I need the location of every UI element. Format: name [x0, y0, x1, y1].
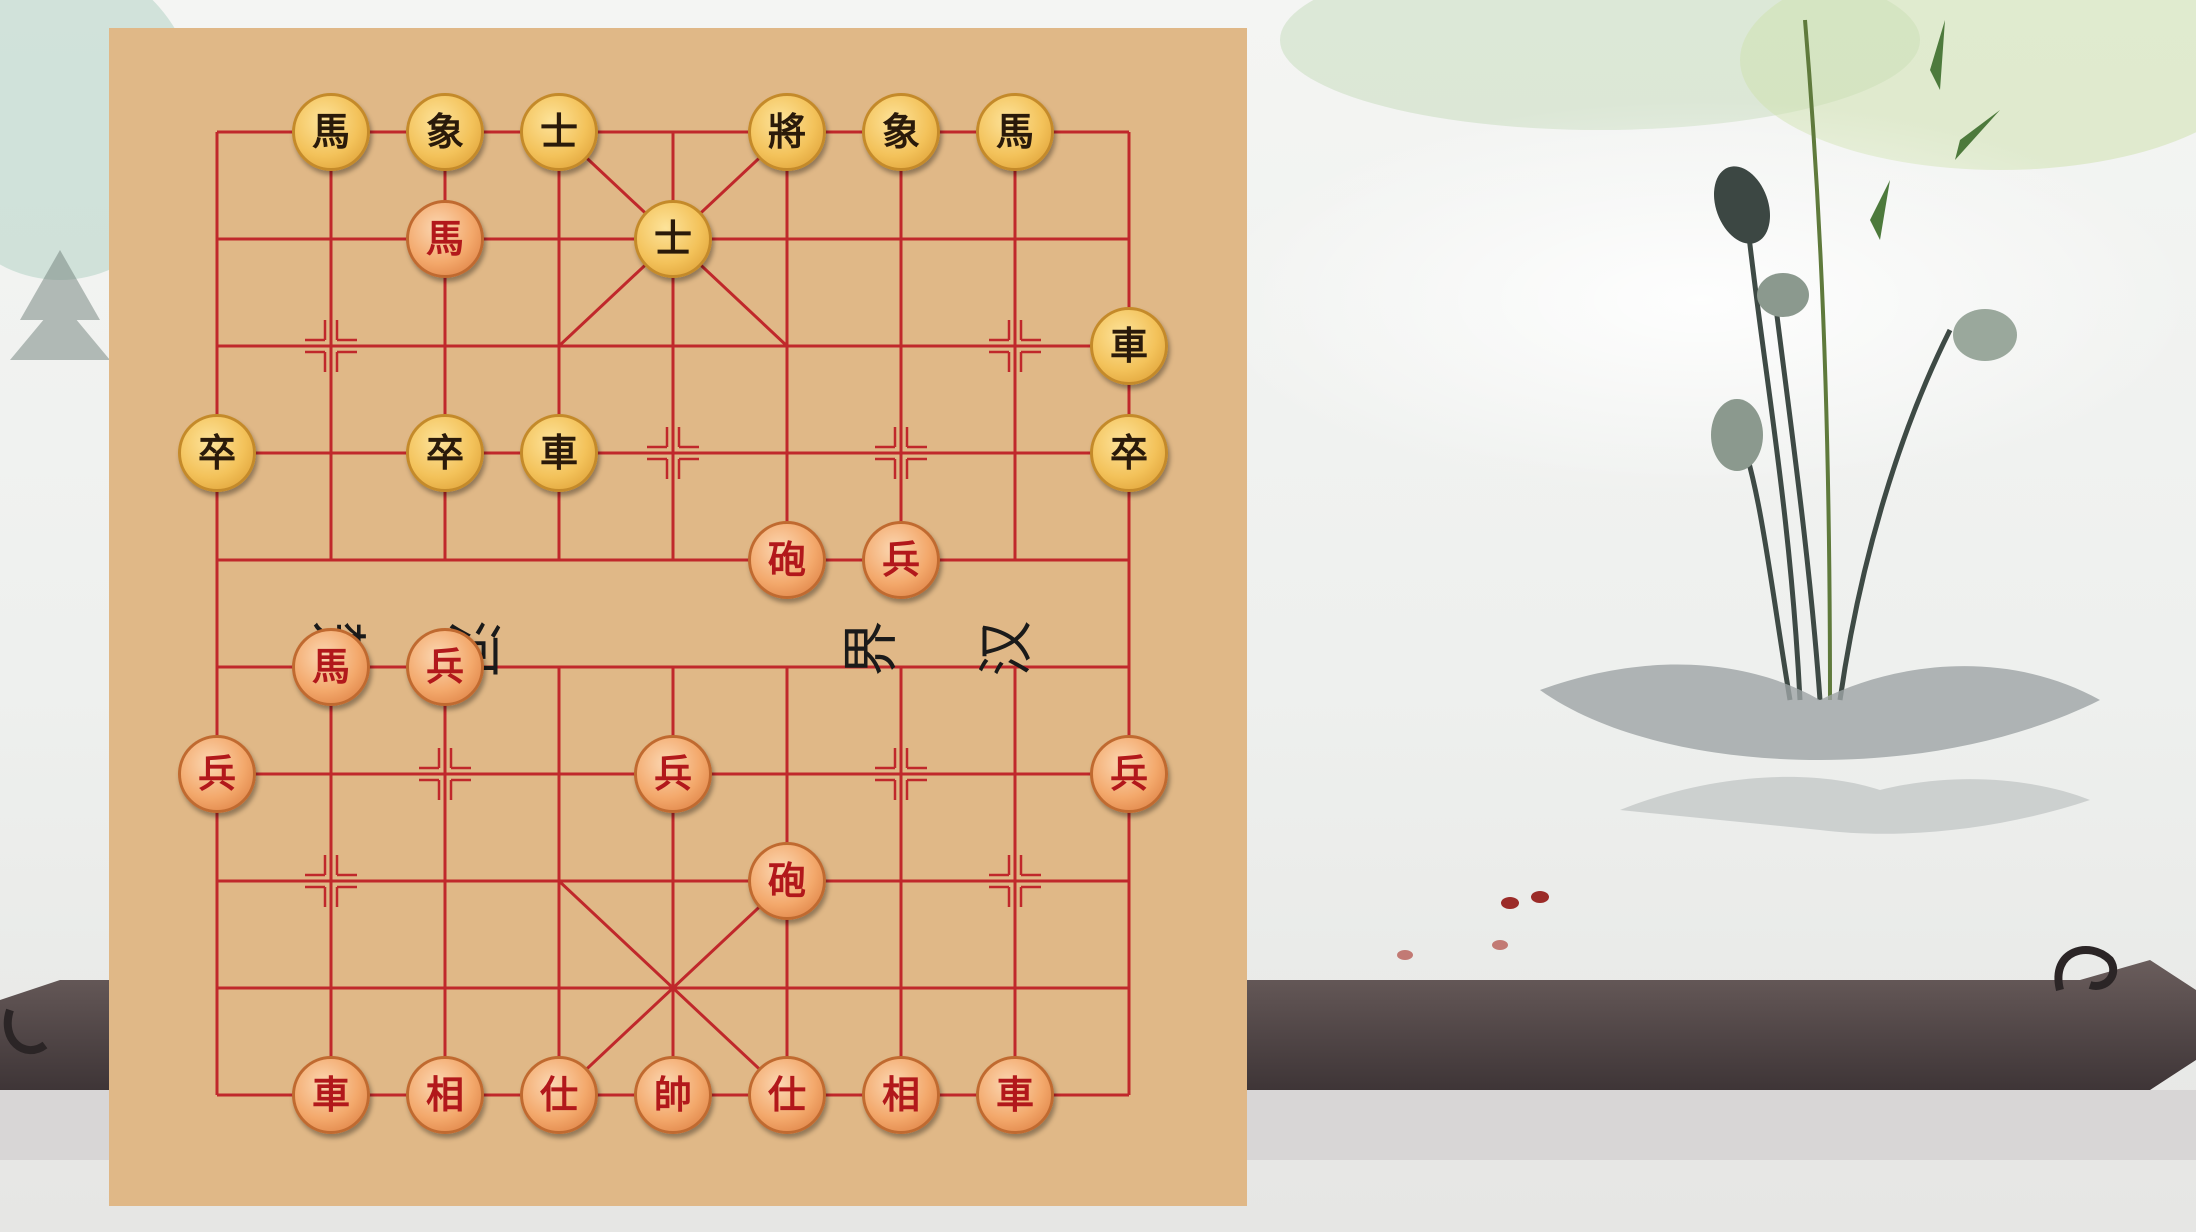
piece-label: 帥 — [653, 1072, 692, 1117]
river-text-han: 汉 — [974, 620, 1040, 677]
piece-label: 馬 — [425, 216, 464, 261]
black-piece[interactable]: 卒 — [178, 414, 256, 492]
xiangqi-board[interactable]: 楚 河 界 汉 馬象士將象馬馬士車卒卒車卒砲兵馬兵兵兵兵砲車相仕帥仕相車 — [109, 28, 1247, 1206]
red-piece[interactable]: 仕 — [520, 1056, 598, 1134]
lotus-pod — [1953, 309, 2017, 361]
piece-label: 兵 — [197, 751, 236, 796]
piece-label: 卒 — [197, 430, 236, 475]
piece-label: 仕 — [539, 1072, 578, 1117]
piece-label: 仕 — [767, 1072, 806, 1117]
piece-label: 車 — [311, 1072, 350, 1117]
black-piece[interactable]: 車 — [1090, 307, 1168, 385]
piece-label: 象 — [881, 109, 920, 154]
piece-label: 車 — [995, 1072, 1034, 1117]
red-piece[interactable]: 砲 — [748, 521, 826, 599]
petal-shape — [1531, 891, 1549, 903]
red-piece[interactable]: 馬 — [406, 200, 484, 278]
piece-label: 卒 — [425, 430, 464, 475]
red-piece[interactable]: 相 — [862, 1056, 940, 1134]
red-piece[interactable]: 兵 — [406, 628, 484, 706]
black-piece[interactable]: 將 — [748, 93, 826, 171]
game-scene: 楚 河 界 汉 馬象士將象馬馬士車卒卒車卒砲兵馬兵兵兵兵砲車相仕帥仕相車 — [0, 0, 2196, 1232]
red-piece[interactable]: 兵 — [178, 735, 256, 813]
petal-shape — [1397, 950, 1413, 960]
piece-label: 兵 — [881, 537, 920, 582]
piece-label: 士 — [539, 109, 578, 154]
black-piece[interactable]: 象 — [862, 93, 940, 171]
lotus-leaf — [1620, 776, 2090, 834]
piece-label: 馬 — [311, 644, 350, 689]
piece-label: 兵 — [653, 751, 692, 796]
black-piece[interactable]: 士 — [634, 200, 712, 278]
piece-label: 馬 — [311, 109, 350, 154]
piece-label: 相 — [425, 1072, 464, 1117]
black-piece[interactable]: 士 — [520, 93, 598, 171]
piece-label: 車 — [1109, 323, 1148, 368]
piece-label: 卒 — [1109, 430, 1148, 475]
red-piece[interactable]: 兵 — [862, 521, 940, 599]
red-piece[interactable]: 兵 — [634, 735, 712, 813]
black-piece[interactable]: 馬 — [292, 93, 370, 171]
piece-label: 車 — [539, 430, 578, 475]
black-piece[interactable]: 卒 — [406, 414, 484, 492]
piece-label: 砲 — [767, 537, 806, 582]
red-piece[interactable]: 帥 — [634, 1056, 712, 1134]
black-piece[interactable]: 馬 — [976, 93, 1054, 171]
black-piece[interactable]: 車 — [520, 414, 598, 492]
river-text-jie: 界 — [839, 620, 905, 677]
lotus-pod — [1711, 399, 1763, 471]
lotus-pod — [1757, 273, 1809, 317]
petal-shape — [1501, 897, 1519, 909]
red-piece[interactable]: 車 — [292, 1056, 370, 1134]
black-piece[interactable]: 卒 — [1090, 414, 1168, 492]
piece-label: 相 — [881, 1072, 920, 1117]
mist-shape — [1200, 100, 2196, 500]
piece-label: 將 — [767, 109, 806, 154]
petal-shape — [1492, 940, 1508, 950]
piece-label: 馬 — [995, 109, 1034, 154]
black-piece[interactable]: 象 — [406, 93, 484, 171]
piece-label: 士 — [653, 216, 692, 261]
red-piece[interactable]: 車 — [976, 1056, 1054, 1134]
piece-label: 兵 — [425, 644, 464, 689]
red-piece[interactable]: 相 — [406, 1056, 484, 1134]
piece-label: 象 — [425, 109, 464, 154]
red-piece[interactable]: 兵 — [1090, 735, 1168, 813]
red-piece[interactable]: 馬 — [292, 628, 370, 706]
piece-label: 砲 — [767, 858, 806, 903]
red-piece[interactable]: 砲 — [748, 842, 826, 920]
red-piece[interactable]: 仕 — [748, 1056, 826, 1134]
piece-label: 兵 — [1109, 751, 1148, 796]
